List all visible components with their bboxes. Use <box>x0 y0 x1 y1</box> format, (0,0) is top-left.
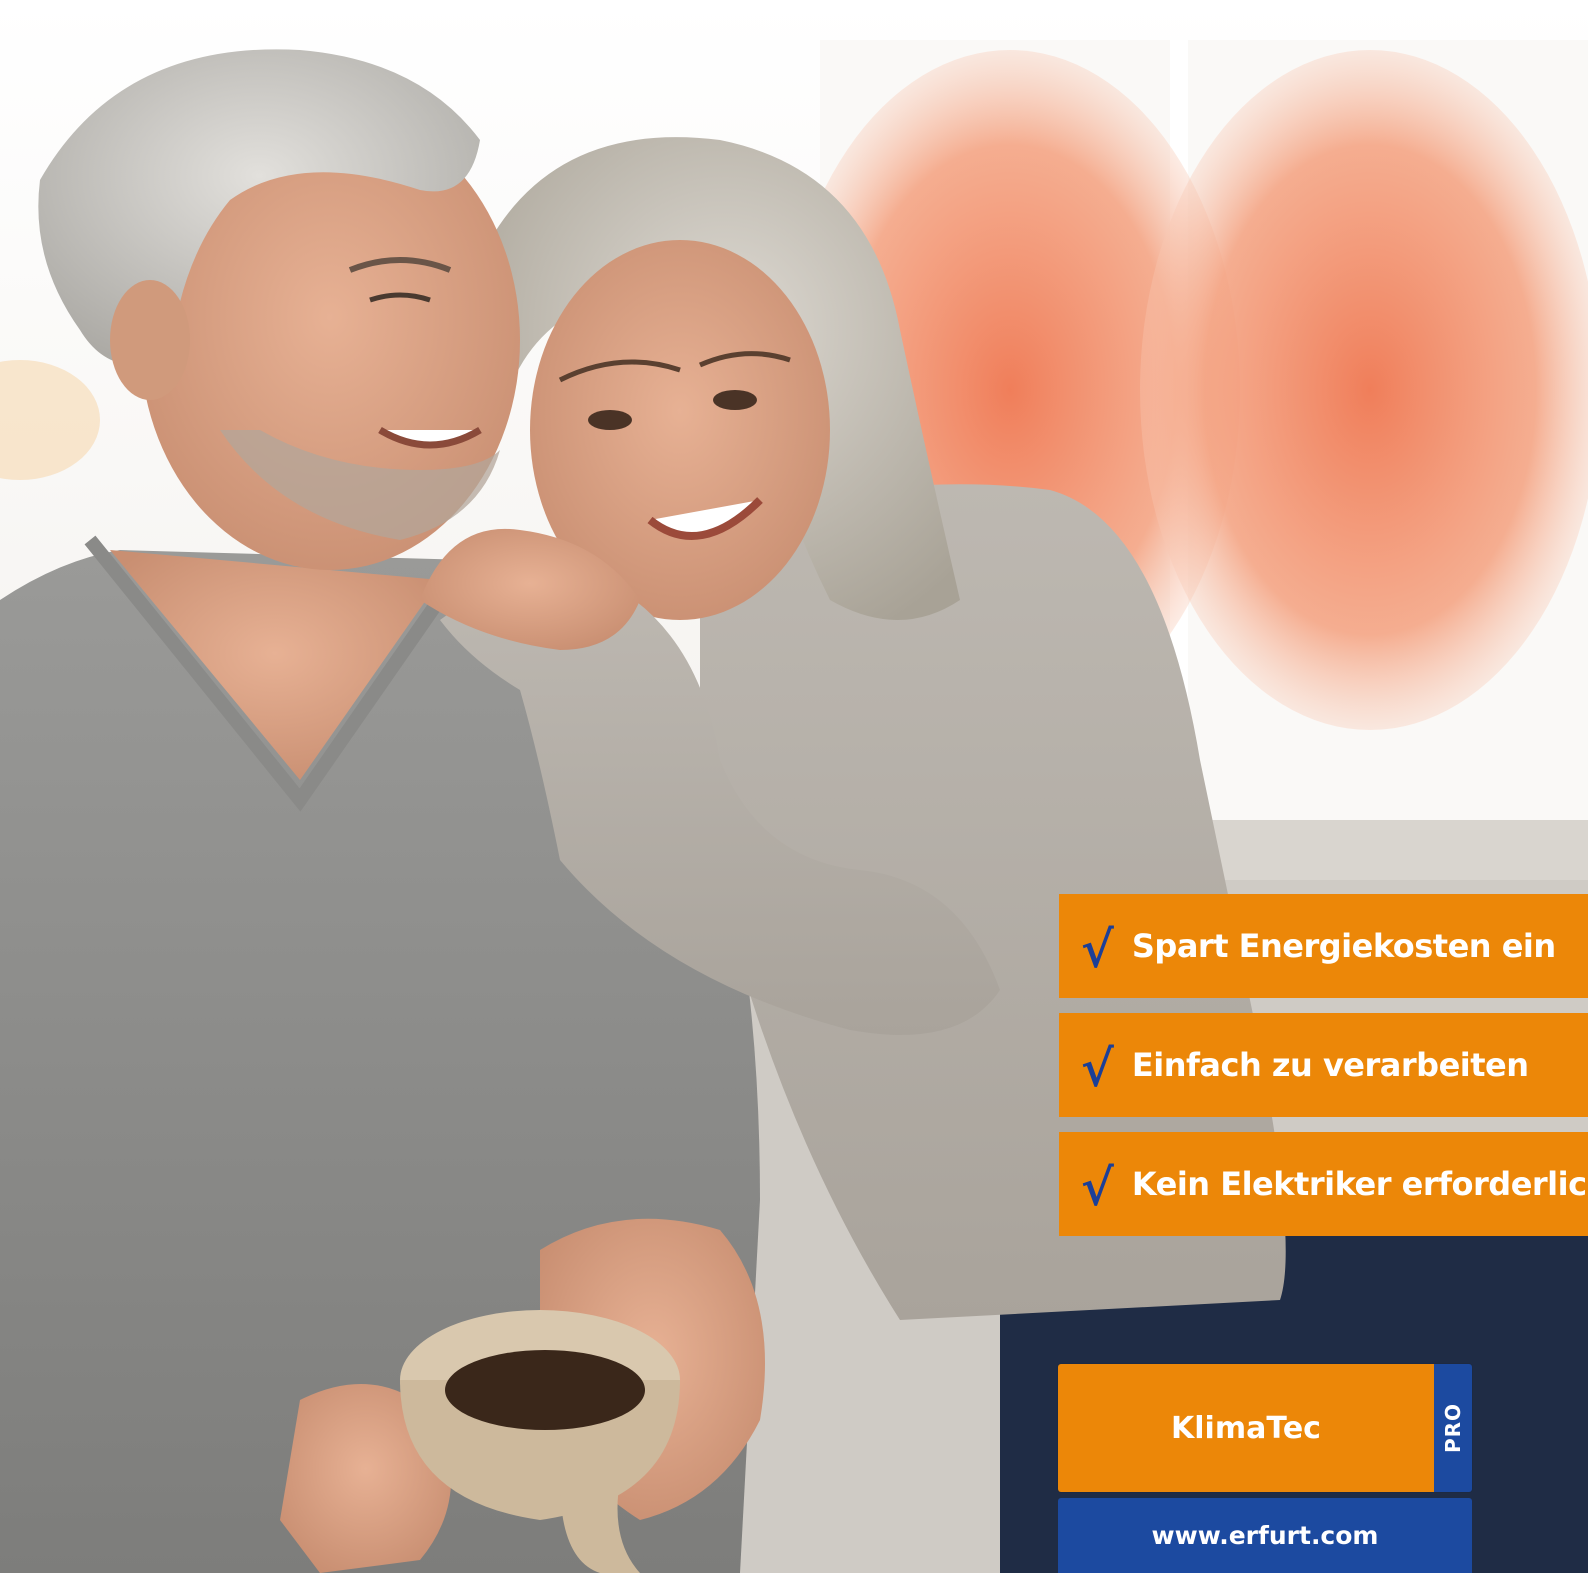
product-name: KlimaTec <box>1058 1364 1434 1492</box>
product-label: KlimaTec PRO <box>1058 1364 1472 1492</box>
checkmark-icon: √ <box>1081 1039 1114 1098</box>
product-tag-text: PRO <box>1441 1402 1465 1454</box>
benefit-banner: √ Einfach zu verarbeiten <box>1059 1013 1588 1117</box>
benefit-label: Kein Elektriker erforderlich <box>1131 1165 1588 1203</box>
advert-page: √ Spart Energiekosten ein √ Einfach zu v… <box>0 0 1588 1573</box>
checkmark-icon: √ <box>1081 920 1114 979</box>
benefit-label: Einfach zu verarbeiten <box>1131 1046 1529 1084</box>
product-tag: PRO <box>1434 1364 1472 1492</box>
couple-photo <box>0 0 1588 1573</box>
benefit-banner: √ Spart Energiekosten ein <box>1059 894 1588 998</box>
checkmark-icon: √ <box>1081 1158 1114 1217</box>
website-link[interactable]: www.erfurt.com <box>1058 1498 1472 1573</box>
benefit-label: Spart Energiekosten ein <box>1131 927 1556 965</box>
benefit-banner: √ Kein Elektriker erforderlich <box>1059 1132 1588 1236</box>
